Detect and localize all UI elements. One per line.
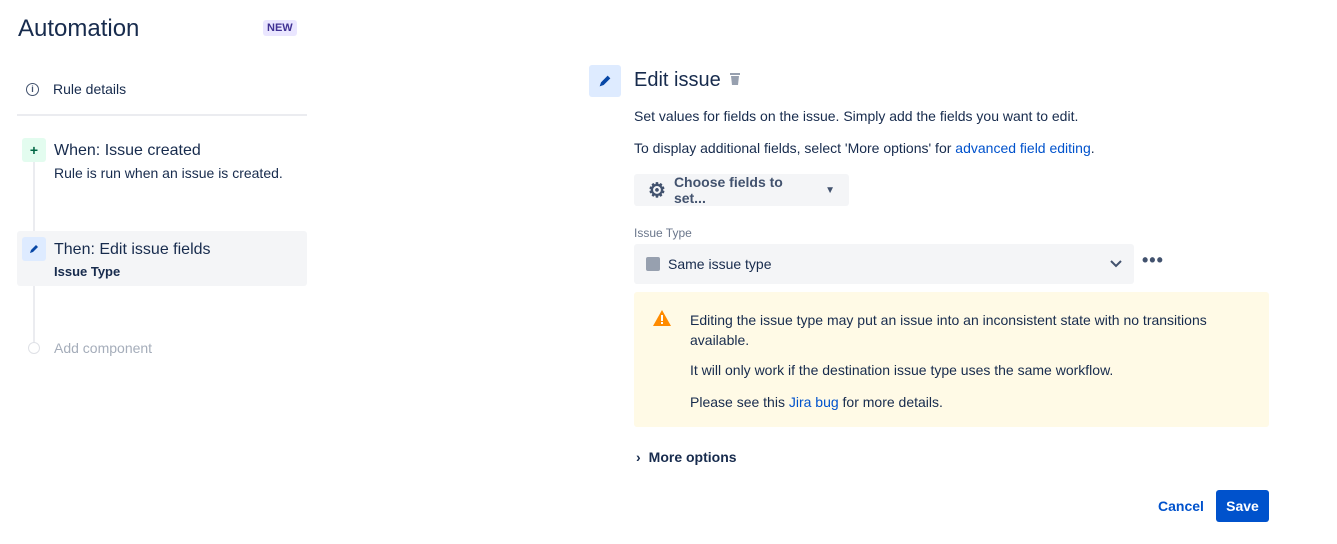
cancel-button[interactable]: Cancel: [1150, 490, 1212, 522]
description-advanced: To display additional fields, select 'Mo…: [634, 140, 1095, 156]
more-options-toggle[interactable]: › More options: [636, 449, 737, 465]
trigger-title: When: Issue created: [54, 142, 201, 159]
warning-suffix: for more details.: [838, 394, 943, 410]
chevron-down-icon: [1110, 260, 1122, 268]
warning-line2: It will only work if the destination iss…: [690, 362, 1114, 378]
desc-prefix: To display additional fields, select 'Mo…: [634, 140, 956, 156]
desc-suffix: .: [1090, 140, 1095, 156]
add-component-circle-icon: [28, 342, 40, 354]
choose-fields-button[interactable]: ⚙ Choose fields to set... ▼: [634, 174, 849, 206]
more-actions-icon[interactable]: •••: [1142, 250, 1164, 271]
issue-type-select[interactable]: Same issue type: [634, 244, 1134, 284]
chevron-down-icon: ▼: [825, 184, 835, 196]
pencil-icon: [22, 237, 46, 261]
trash-icon[interactable]: [729, 72, 741, 89]
warning-icon: [653, 310, 671, 326]
description: Set values for fields on the issue. Simp…: [634, 108, 1079, 124]
save-button[interactable]: Save: [1216, 490, 1269, 522]
choose-fields-label: Choose fields to set...: [673, 174, 783, 206]
warning-message: Editing the issue type may put an issue …: [634, 292, 1269, 427]
field-label: Issue Type: [634, 226, 692, 240]
action-subtitle: Issue Type: [54, 264, 121, 279]
gear-icon: ⚙: [648, 179, 666, 202]
trigger-step[interactable]: + When: Issue created Rule is run when a…: [22, 138, 283, 181]
divider: [17, 114, 307, 116]
action-title: Then: Edit issue fields: [54, 241, 211, 258]
info-icon: i: [26, 82, 39, 96]
action-step-content: Then: Edit issue fields Issue Type: [22, 237, 211, 279]
page-title: Automation: [18, 15, 140, 42]
issue-type-value: Same issue type: [668, 256, 772, 272]
edit-issue-title: Edit issue: [634, 69, 721, 91]
add-component-button[interactable]: Add component: [54, 340, 152, 356]
warning-line3: Please see this Jira bug for more detail…: [690, 394, 943, 410]
issue-type-icon: [646, 257, 660, 271]
chevron-right-icon: ›: [636, 449, 641, 465]
warning-prefix: Please see this: [690, 394, 789, 410]
rule-details-link[interactable]: i Rule details: [26, 81, 126, 97]
new-badge: NEW: [263, 20, 297, 36]
trigger-subtitle: Rule is run when an issue is created.: [54, 165, 283, 181]
more-options-label: More options: [648, 449, 737, 465]
plus-icon: +: [22, 138, 46, 162]
warning-line1: Editing the issue type may put an issue …: [690, 312, 1207, 348]
pencil-icon: [589, 65, 621, 97]
rule-details-label: Rule details: [53, 81, 127, 97]
advanced-field-editing-link[interactable]: advanced field editing: [955, 140, 1090, 156]
jira-bug-link[interactable]: Jira bug: [789, 394, 839, 410]
